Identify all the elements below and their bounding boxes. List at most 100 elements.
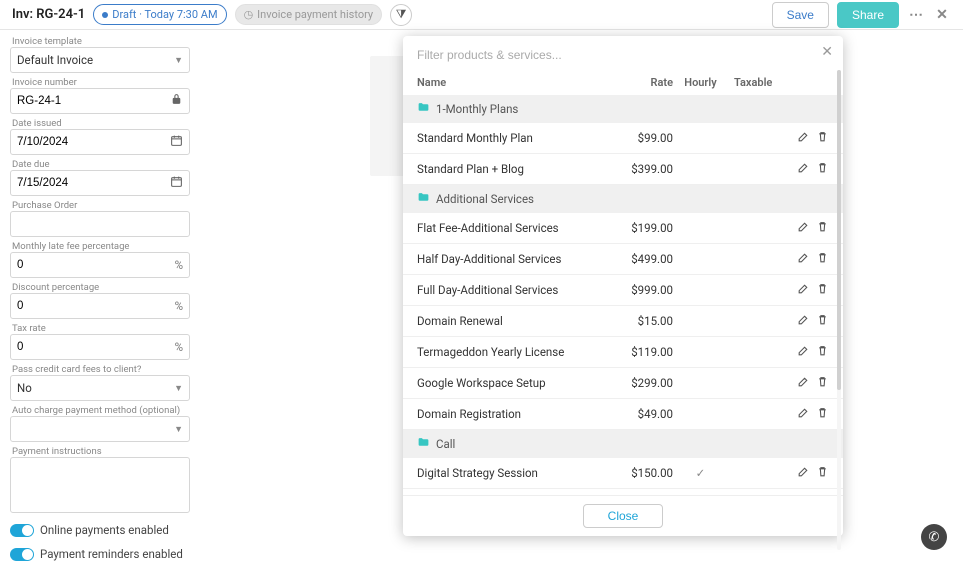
template-select[interactable]: Default Invoice ▼	[10, 47, 190, 73]
due-label: Date due	[10, 159, 190, 170]
item-row[interactable]: Standard Monthly Plan$99.00	[403, 123, 843, 154]
item-rate: $199.00	[601, 221, 673, 235]
item-actions	[783, 465, 829, 481]
scrollbar-thumb[interactable]	[837, 70, 841, 390]
due-field[interactable]	[10, 170, 190, 196]
folder-icon	[417, 191, 430, 207]
category-label: 1-Monthly Plans	[436, 102, 518, 116]
online-toggle[interactable]	[10, 524, 34, 537]
tax-label: Tax rate	[10, 323, 190, 334]
edit-icon[interactable]	[797, 313, 810, 329]
discount-field[interactable]: %	[10, 293, 190, 319]
item-row[interactable]: Termageddon Yearly License$119.00	[403, 337, 843, 368]
item-rate: $119.00	[601, 345, 673, 359]
delete-icon[interactable]	[816, 161, 829, 177]
template-label: Invoice template	[10, 36, 190, 47]
draft-label: Draft · Today 7:30 AM	[112, 8, 217, 21]
edit-icon[interactable]	[797, 251, 810, 267]
auto-select[interactable]: ▼	[10, 416, 190, 442]
item-row[interactable]: Digital Strategy Session$150.00✓	[403, 458, 843, 489]
item-actions	[783, 344, 829, 360]
tax-field[interactable]: %	[10, 334, 190, 360]
draft-chip[interactable]: Draft · Today 7:30 AM	[93, 4, 226, 25]
item-row[interactable]: Flat Fee-Additional Services$199.00	[403, 213, 843, 244]
modal-close-button[interactable]: ✕	[821, 44, 833, 60]
delete-icon[interactable]	[816, 282, 829, 298]
edit-icon[interactable]	[797, 375, 810, 391]
edit-icon[interactable]	[797, 161, 810, 177]
edit-icon[interactable]	[797, 344, 810, 360]
late-field[interactable]: %	[10, 252, 190, 278]
delete-icon[interactable]	[816, 220, 829, 236]
close-button[interactable]: ✕	[933, 7, 951, 23]
item-actions	[783, 161, 829, 177]
item-row[interactable]: Google Workspace Setup$299.00	[403, 368, 843, 399]
table-header: Name Rate Hourly Taxable	[403, 70, 843, 95]
delete-icon[interactable]	[816, 313, 829, 329]
instructions-field[interactable]	[10, 457, 190, 513]
item-row[interactable]: Standard Plan + Blog$399.00	[403, 154, 843, 185]
item-rate: $299.00	[601, 376, 673, 390]
item-hourly: ✓	[673, 466, 728, 480]
edit-icon[interactable]	[797, 406, 810, 422]
category-row[interactable]: Call	[403, 430, 843, 458]
folder-icon	[417, 436, 430, 452]
number-label: Invoice number	[10, 77, 190, 88]
item-name: Termageddon Yearly License	[417, 345, 601, 359]
issued-field[interactable]	[10, 129, 190, 155]
delete-icon[interactable]	[816, 406, 829, 422]
item-actions	[783, 130, 829, 146]
item-name: Digital Strategy Session	[417, 466, 601, 480]
delete-icon[interactable]	[816, 375, 829, 391]
discount-label: Discount percentage	[10, 282, 190, 293]
item-rate: $399.00	[601, 162, 673, 176]
payment-history-chip[interactable]: ◷ Invoice payment history	[235, 4, 383, 25]
help-button[interactable]: ✆	[921, 524, 947, 550]
modal-body[interactable]: 1-Monthly Plans Standard Monthly Plan$99.…	[403, 95, 843, 495]
item-actions	[783, 251, 829, 267]
item-row[interactable]: Full Day-Additional Services$999.00	[403, 275, 843, 306]
reminders-label: Payment reminders enabled	[40, 547, 183, 561]
item-actions	[783, 220, 829, 236]
edit-icon[interactable]	[797, 220, 810, 236]
funnel-icon: ⧩	[396, 7, 407, 22]
category-row[interactable]: Additional Services	[403, 185, 843, 213]
po-field[interactable]	[10, 211, 190, 237]
help-icon: ✆	[929, 530, 940, 545]
reminders-toggle[interactable]	[10, 548, 34, 561]
folder-icon	[417, 101, 430, 117]
more-button[interactable]: ⋯	[907, 7, 925, 23]
po-label: Purchase Order	[10, 200, 190, 211]
lock-icon	[170, 93, 183, 109]
item-row[interactable]: Domain Renewal$15.00	[403, 306, 843, 337]
item-name: Flat Fee-Additional Services	[417, 221, 601, 235]
invoice-form: Invoice template Default Invoice ▼ Invoi…	[0, 30, 200, 564]
filter-button[interactable]: ⧩	[390, 4, 412, 26]
item-rate: $150.00	[601, 466, 673, 480]
top-bar: Inv: RG-24-1 Draft · Today 7:30 AM ◷ Inv…	[0, 0, 963, 30]
products-modal: ✕ Name Rate Hourly Taxable 1-Monthly Pla…	[403, 36, 843, 536]
delete-icon[interactable]	[816, 251, 829, 267]
share-button[interactable]: Share	[837, 2, 899, 28]
filter-input[interactable]	[417, 48, 829, 62]
modal-close-footer-button[interactable]: Close	[583, 504, 664, 528]
item-row[interactable]: Domain Registration$49.00	[403, 399, 843, 430]
status-dot	[102, 12, 108, 18]
delete-icon[interactable]	[816, 465, 829, 481]
item-row[interactable]: Half Day-Additional Services$499.00	[403, 244, 843, 275]
edit-icon[interactable]	[797, 130, 810, 146]
save-button[interactable]: Save	[772, 2, 829, 28]
category-label: Call	[436, 437, 455, 451]
edit-icon[interactable]	[797, 282, 810, 298]
category-row[interactable]: 1-Monthly Plans	[403, 95, 843, 123]
pass-select[interactable]: No ▼	[10, 375, 190, 401]
delete-icon[interactable]	[816, 130, 829, 146]
item-rate: $15.00	[601, 314, 673, 328]
edit-icon[interactable]	[797, 465, 810, 481]
item-actions	[783, 282, 829, 298]
delete-icon[interactable]	[816, 344, 829, 360]
number-field	[10, 88, 190, 114]
col-name: Name	[417, 76, 601, 89]
pass-label: Pass credit card fees to client?	[10, 364, 190, 375]
item-rate: $49.00	[601, 407, 673, 421]
